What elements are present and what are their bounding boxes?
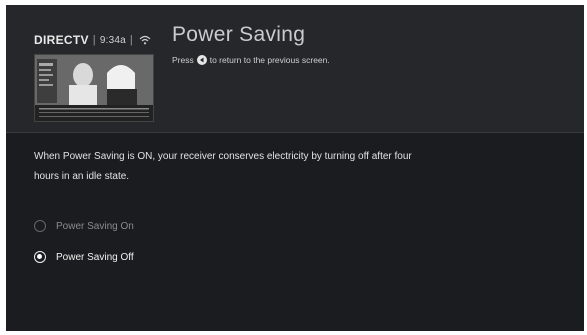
power-saving-off-option[interactable]: Power Saving Off [34,251,134,263]
power-saving-on-option[interactable]: Power Saving On [34,220,134,232]
power-saving-description: When Power Saving is ON, your receiver c… [34,151,412,182]
instruction-suffix: to return to the previous screen. [209,55,330,65]
status-bar: DIRECTV | 9:34a | [34,33,151,47]
radio-unselected-icon[interactable] [34,220,46,232]
clock-time: 9:34a [99,34,126,46]
option-label: Power Saving On [56,220,134,232]
radio-selected-icon[interactable] [34,251,46,263]
status-separator: | [129,34,133,46]
wifi-icon [139,35,151,45]
option-label: Power Saving Off [56,251,134,263]
status-separator: | [92,34,96,46]
back-instruction: Press to return to the previous screen. [172,55,330,65]
tv-screen: DIRECTV | 9:34a | Power Saving Press to … [6,5,584,331]
directv-logo: DIRECTV [34,33,89,47]
header-panel: DIRECTV | 9:34a | Power Saving Press to … [6,5,584,133]
page-title: Power Saving [172,23,306,46]
back-arrow-icon [196,55,207,65]
live-tv-preview-thumbnail [34,54,154,122]
instruction-prefix: Press [172,55,194,65]
